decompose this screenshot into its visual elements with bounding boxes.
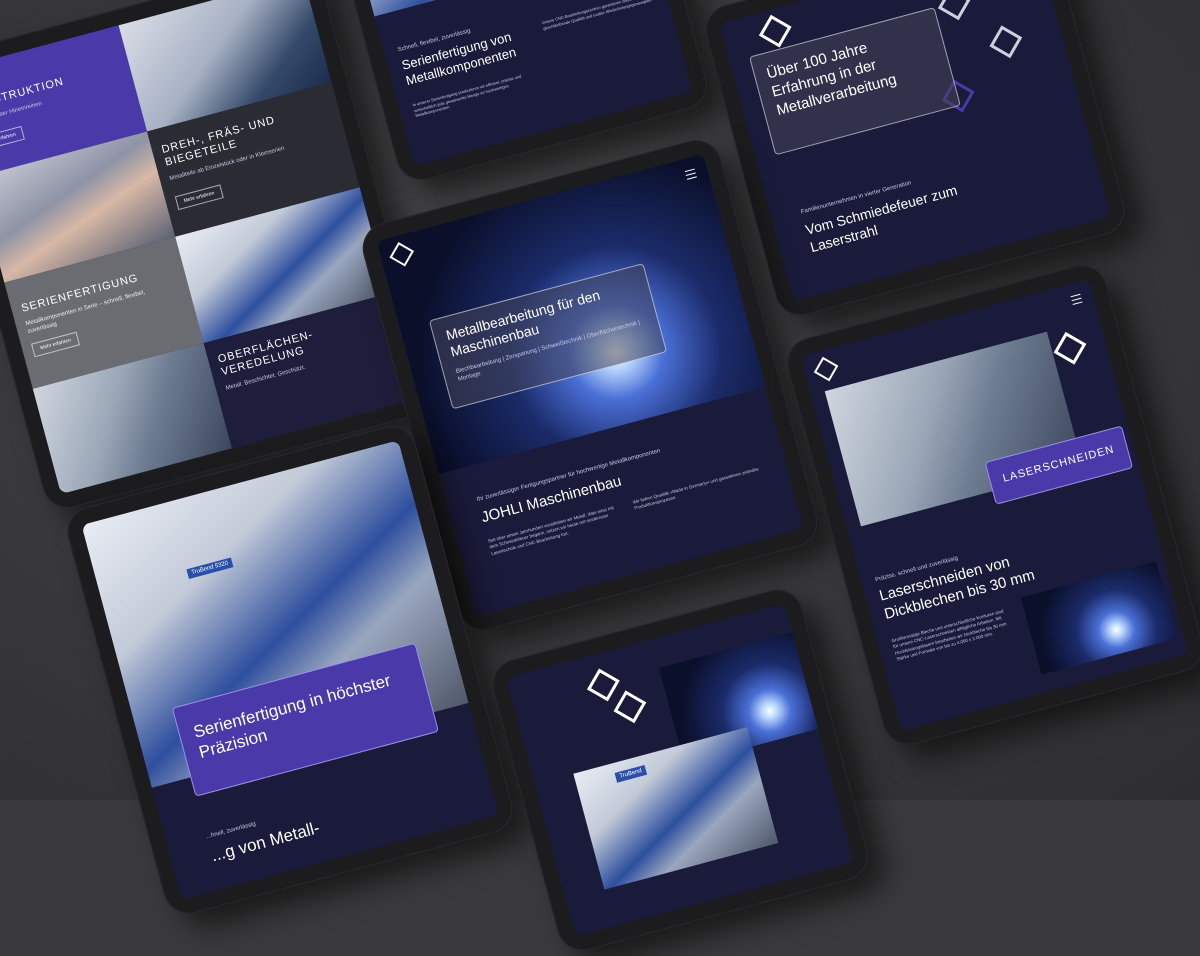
laser-machine-photo	[824, 331, 1084, 527]
johli-paragraph-2: Wir liefern Qualität »Made in Germany« u…	[632, 466, 760, 511]
diamond-icon	[758, 14, 792, 48]
konstruktion-more-button[interactable]: Mehr erfahren	[0, 125, 26, 152]
history-headline: Über 100 Jahre Erfahrung in der Metallve…	[764, 39, 899, 119]
diamond-icon	[1053, 331, 1087, 365]
praezision-heading: ...g von Metall-	[209, 818, 322, 866]
menu-icon[interactable]	[1070, 293, 1083, 306]
serien-more-button[interactable]: Mehr erfahren	[31, 331, 81, 358]
serien-paragraph-2: Unsere CNC-Bearbeitungszentren garantier…	[541, 0, 653, 31]
konstruktion-subtitle: Komplett über Hineinreinen	[0, 100, 43, 126]
diamond-icon	[613, 690, 647, 724]
dreh-more-button[interactable]: Mehr erfahren	[174, 183, 224, 210]
diamond-icon	[937, 0, 971, 21]
johli-logo-icon	[813, 356, 839, 382]
diamond-icon	[989, 25, 1023, 59]
trubend-photo	[573, 727, 779, 890]
diamond-icon	[586, 668, 620, 702]
tablet-bottom-screen: TruBend	[506, 603, 854, 937]
